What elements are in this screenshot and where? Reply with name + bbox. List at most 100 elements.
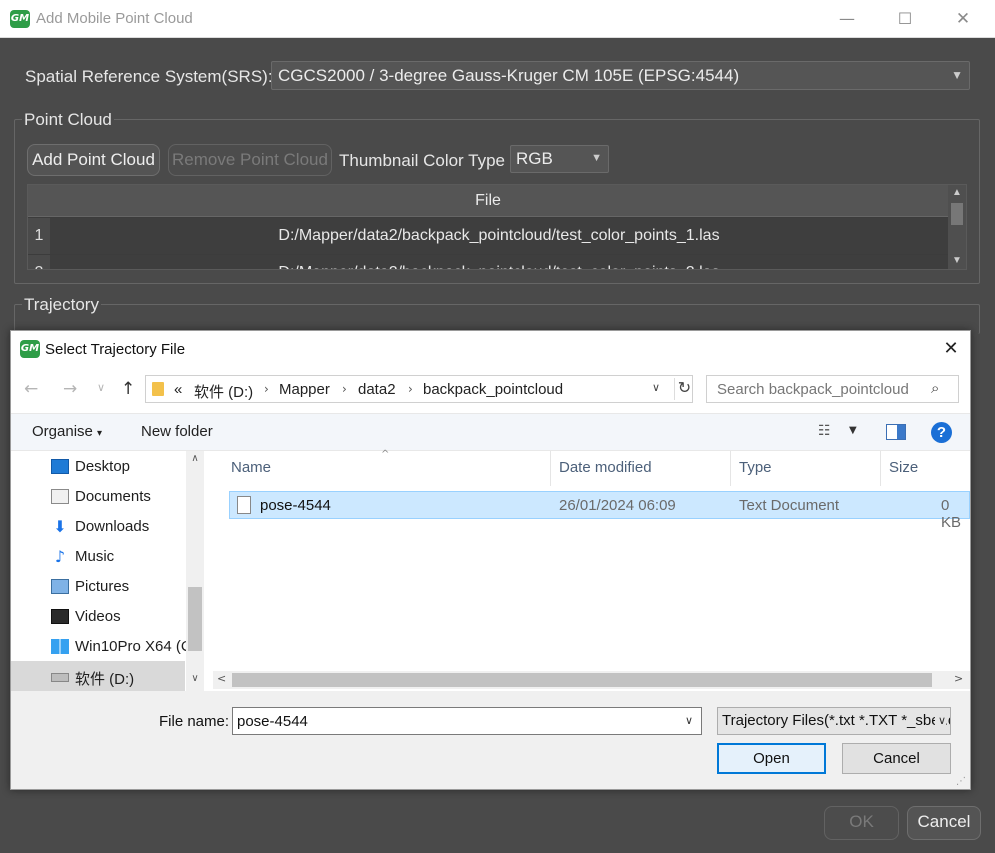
chevron-down-icon: ▼ xyxy=(591,152,602,164)
nav-item-music[interactable]: ♪ Music xyxy=(11,541,185,571)
chevron-right-icon: › xyxy=(342,382,347,396)
file-size: 0 KB xyxy=(941,497,962,531)
file-type: Text Document xyxy=(739,497,840,514)
thumbnail-color-select[interactable]: RGB ▼ xyxy=(510,145,609,173)
close-window-icon[interactable]: ✕ xyxy=(934,0,992,38)
close-icon[interactable]: ✕ xyxy=(931,335,971,363)
nav-item-c-drive[interactable]: Win10Pro X64 (C xyxy=(11,631,192,661)
view-options-icon[interactable]: ☷ xyxy=(818,423,831,439)
file-name-field[interactable] xyxy=(232,707,702,735)
dialog-title: Select Trajectory File xyxy=(45,341,186,358)
preview-pane-icon[interactable] xyxy=(886,424,906,440)
window-title: Add Mobile Point Cloud xyxy=(36,10,193,27)
documents-icon xyxy=(51,489,69,504)
back-arrow-icon[interactable]: ← xyxy=(24,379,38,399)
nav-item-desktop[interactable]: Desktop xyxy=(11,451,185,481)
row-number: 1 xyxy=(28,218,50,254)
nav-item-label: Videos xyxy=(75,608,121,625)
chevron-down-icon[interactable]: ∨ xyxy=(652,381,660,394)
breadcrumb-mapper[interactable]: Mapper xyxy=(279,381,330,398)
scroll-thumb[interactable] xyxy=(188,587,202,651)
scroll-up-icon[interactable]: ▲ xyxy=(948,185,966,201)
trajectory-group-title: Trajectory xyxy=(22,295,101,315)
videos-icon xyxy=(51,609,69,624)
add-point-cloud-button[interactable]: Add Point Cloud xyxy=(27,144,160,176)
point-cloud-group-title: Point Cloud xyxy=(22,110,114,130)
scroll-left-icon[interactable]: < xyxy=(217,672,226,685)
caret-down-icon: ▾ xyxy=(97,428,103,439)
breadcrumb-backpack-pointcloud[interactable]: backpack_pointcloud xyxy=(423,381,563,398)
table-row[interactable]: 1 D:/Mapper/data2/backpack_pointcloud/te… xyxy=(28,218,948,254)
remove-point-cloud-button[interactable]: Remove Point Cloud xyxy=(168,144,332,176)
recent-locations-icon[interactable]: ∨ xyxy=(97,381,105,394)
chevron-down-icon: ▼ xyxy=(951,68,963,82)
row-number: 2 xyxy=(28,255,50,269)
file-name-label: File name: xyxy=(159,713,230,730)
minimize-icon[interactable]: — xyxy=(818,0,876,38)
organise-menu[interactable]: Organise ▾ xyxy=(32,423,102,440)
table-row[interactable]: 2 D:/Mapper/data2/backpack_pointcloud/te… xyxy=(28,255,948,269)
scroll-thumb[interactable] xyxy=(232,673,932,687)
open-button[interactable]: Open xyxy=(717,743,826,774)
nav-item-label: Win10Pro X64 (C xyxy=(75,638,192,655)
file-row[interactable]: pose-4544 26/01/2024 06:09 Text Document… xyxy=(229,491,970,531)
column-header-size[interactable]: Size xyxy=(881,451,970,486)
help-icon[interactable]: ? xyxy=(931,422,952,443)
dialog-footer: File name: ∨ Trajectory Files(*.txt *.TX… xyxy=(11,691,970,789)
maximize-icon[interactable]: ☐ xyxy=(876,0,934,38)
nav-item-label: Music xyxy=(75,548,115,565)
folder-icon xyxy=(152,382,164,396)
caret-down-icon[interactable]: ▼ xyxy=(849,425,857,436)
file-date: 26/01/2024 06:09 xyxy=(559,497,676,514)
nav-item-documents[interactable]: Documents xyxy=(11,481,185,511)
column-header-name[interactable]: ^ Name xyxy=(213,449,551,486)
nav-item-d-drive[interactable]: 软件 (D:) xyxy=(11,661,185,691)
chevron-right-icon: › xyxy=(264,382,269,396)
up-arrow-icon[interactable]: ↑ xyxy=(121,379,135,399)
new-folder-button[interactable]: New folder xyxy=(141,423,213,440)
srs-select[interactable]: CGCS2000 / 3-degree Gauss-Kruger CM 105E… xyxy=(271,61,970,90)
scroll-up-icon[interactable]: ∧ xyxy=(186,453,204,464)
pictures-icon xyxy=(51,579,69,594)
outer-titlebar: GM Add Mobile Point Cloud — ☐ ✕ xyxy=(0,0,995,38)
nav-item-pictures[interactable]: Pictures xyxy=(11,571,185,601)
select-trajectory-dialog: GM Select Trajectory File ✕ ← → ∨ ↑ « 软件… xyxy=(10,330,971,790)
app-logo-icon: GM xyxy=(10,10,30,28)
drive-icon xyxy=(51,673,69,682)
nav-item-label: Pictures xyxy=(75,578,130,595)
scroll-thumb[interactable] xyxy=(951,203,963,225)
chevron-down-icon[interactable]: ∨ xyxy=(685,714,693,727)
music-icon: ♪ xyxy=(54,547,66,566)
nav-item-label: Desktop xyxy=(75,458,131,475)
filter-value: Trajectory Files(*.txt *.TXT *_sbet.out) xyxy=(722,712,951,729)
scroll-down-icon[interactable]: ∨ xyxy=(186,673,204,684)
cancel-button[interactable]: Cancel xyxy=(907,806,981,840)
horizontal-scrollbar[interactable]: < > xyxy=(213,671,970,689)
navigation-pane: Desktop Documents ⬇ Downloads ♪ Music Pi… xyxy=(11,451,206,691)
column-header-type[interactable]: Type xyxy=(731,451,881,486)
resize-grip-icon[interactable]: ⋰ xyxy=(956,776,966,787)
table-scrollbar[interactable]: ▲ ▼ xyxy=(948,185,966,269)
column-header-date[interactable]: Date modified xyxy=(551,451,731,486)
breadcrumb-data2[interactable]: data2 xyxy=(358,381,396,398)
point-cloud-table: File 1 D:/Mapper/data2/backpack_pointclo… xyxy=(27,184,967,270)
windows-drive-icon xyxy=(51,639,69,654)
nav-item-videos[interactable]: Videos xyxy=(11,601,185,631)
address-overflow[interactable]: « xyxy=(174,381,182,398)
downloads-icon: ⬇ xyxy=(53,517,67,536)
breadcrumb-drive[interactable]: 软件 (D:) xyxy=(194,381,253,402)
search-input[interactable]: Search backpack_pointcloud ⌕ xyxy=(706,375,959,403)
search-placeholder: Search backpack_pointcloud xyxy=(717,381,909,398)
nav-item-downloads[interactable]: ⬇ Downloads xyxy=(11,511,185,541)
address-bar[interactable]: « 软件 (D:) › Mapper › data2 › backpack_po… xyxy=(145,375,693,403)
column-label: Name xyxy=(231,459,272,476)
file-type-filter[interactable]: Trajectory Files(*.txt *.TXT *_sbet.out)… xyxy=(717,707,951,735)
nav-scrollbar[interactable]: ∧ ∨ xyxy=(186,451,204,691)
dialog-cancel-button[interactable]: Cancel xyxy=(842,743,951,774)
ok-button[interactable]: OK xyxy=(824,806,899,840)
scroll-down-icon[interactable]: ▼ xyxy=(948,253,966,269)
forward-arrow-icon[interactable]: → xyxy=(63,379,77,399)
refresh-icon[interactable]: ↻ xyxy=(674,378,694,400)
scroll-right-icon[interactable]: > xyxy=(954,672,963,685)
file-name: pose-4544 xyxy=(260,497,331,514)
